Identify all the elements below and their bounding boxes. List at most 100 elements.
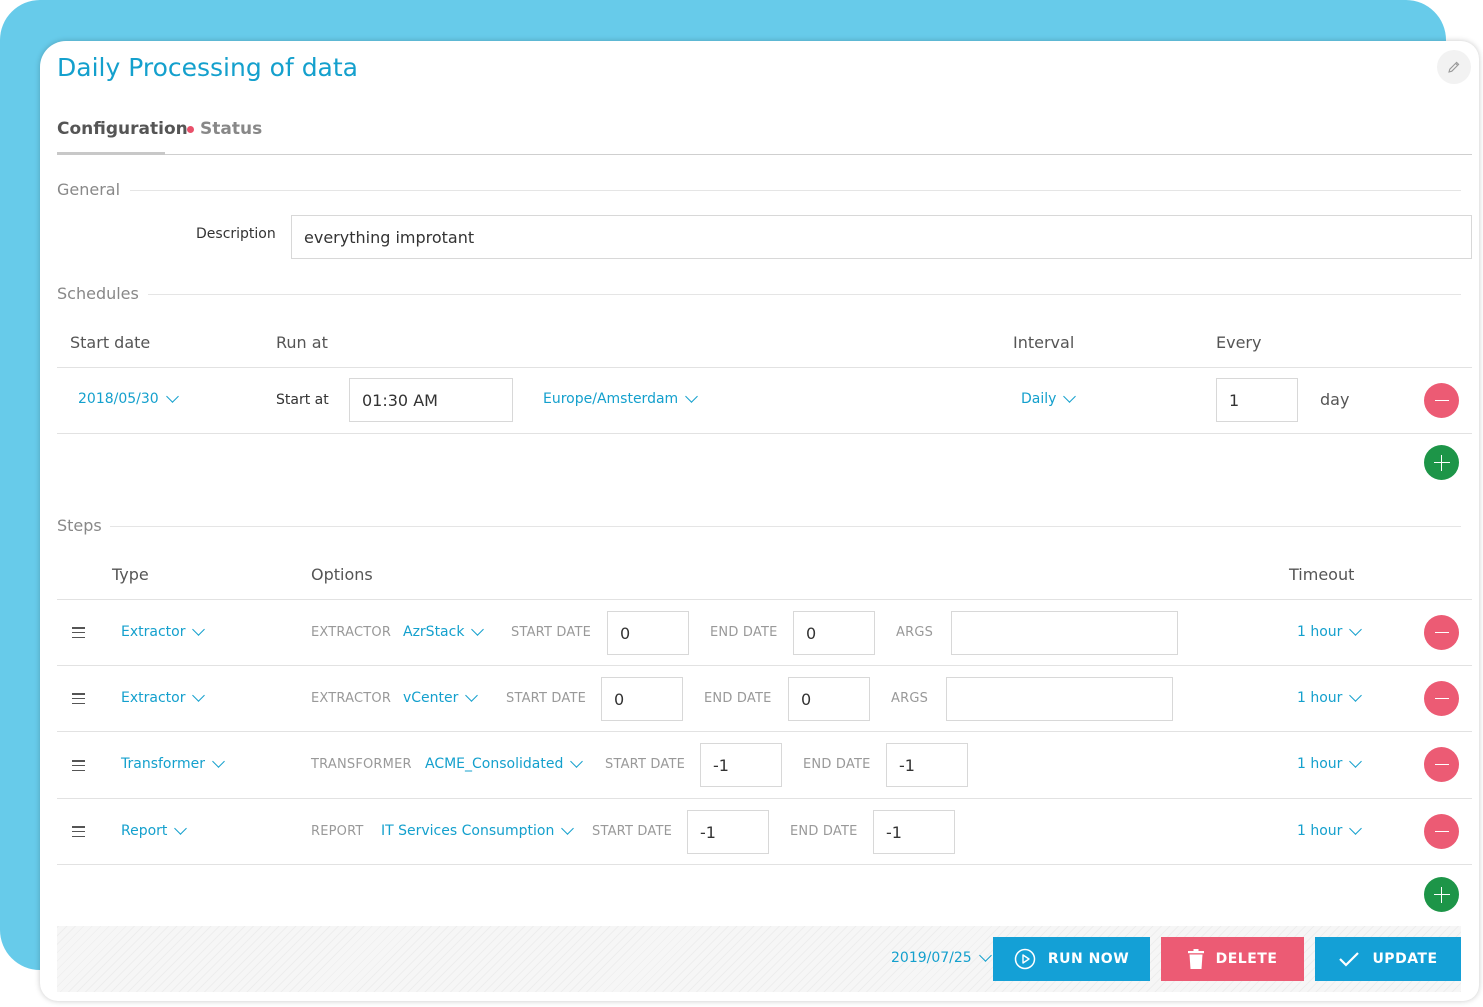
description-input[interactable]: everything improtant [291,215,1472,259]
footer-date-value: 2019/07/25 [891,950,972,966]
step-end-date-input[interactable]: -1 [873,810,955,854]
plus-icon [1433,454,1450,471]
schedule-timezone-value: Europe/Amsterdam [543,391,679,407]
steps-header-timeout: Timeout [1289,565,1355,584]
step-type-dropdown[interactable]: Transformer [121,754,225,774]
step-timeout-dropdown[interactable]: 1 hour [1297,688,1363,708]
update-label: UPDATE [1372,951,1438,967]
steps-header-type: Type [112,565,149,584]
schedule-time-input[interactable]: 01:30 AM [349,378,513,422]
schedules-header-run-at: Run at [276,333,328,352]
job-card: Daily Processing of data Configuration S… [40,41,1479,1001]
schedule-every-unit: day [1320,390,1350,409]
remove-step-button[interactable] [1424,747,1459,782]
edit-title-button[interactable] [1437,50,1471,84]
section-steps-divider [110,526,1461,527]
step-timeout-dropdown[interactable]: 1 hour [1297,754,1363,774]
chevron-down-icon [465,689,479,702]
step-type-dropdown[interactable]: Extractor [121,622,206,642]
remove-step-button[interactable] [1424,814,1459,849]
chevron-down-icon [174,822,188,835]
add-schedule-button[interactable] [1424,445,1459,480]
active-tab-underline [57,152,165,155]
page-title: Daily Processing of data [57,53,359,82]
update-button[interactable]: UPDATE [1315,937,1461,981]
step-type-dropdown[interactable]: Report [121,821,188,841]
step-type-dropdown[interactable]: Extractor [121,688,206,708]
step-start-date-input[interactable]: 0 [607,611,689,655]
minus-icon [1434,830,1449,833]
drag-handle-icon[interactable] [72,760,85,771]
step-timeout-value: 1 hour [1297,756,1343,772]
chevron-down-icon [561,822,575,835]
step-args-input[interactable] [946,677,1173,721]
step-timeout-value: 1 hour [1297,690,1343,706]
chevron-down-icon [978,949,992,962]
schedule-start-date-dropdown[interactable]: 2018/05/30 [78,389,179,409]
run-now-button[interactable]: RUN NOW [993,937,1150,981]
plus-icon [1433,886,1450,903]
trash-icon [1187,949,1204,969]
chevron-down-icon [1349,623,1363,636]
step-row-divider [57,798,1472,799]
step-timeout-dropdown[interactable]: 1 hour [1297,622,1363,642]
schedules-header-start-date: Start date [70,333,151,352]
delete-button[interactable]: DELETE [1161,937,1304,981]
step-row-divider [57,665,1472,666]
step-type-value: Extractor [121,624,186,640]
step-end-date-input[interactable]: 0 [793,611,875,655]
section-general-label: General [57,180,121,199]
step-source-dropdown[interactable]: ACME_Consolidated [425,754,584,774]
steps-header-divider [57,599,1472,600]
step-source-dropdown[interactable]: AzrStack [403,622,485,642]
tab-status[interactable]: Status [187,117,262,141]
step-source-value: IT Services Consumption [381,823,555,839]
status-indicator [187,125,194,133]
step-start-date-label: START DATE [605,757,686,772]
schedule-interval-dropdown[interactable]: Daily [1021,389,1077,409]
schedule-interval-value: Daily [1021,391,1057,407]
minus-icon [1434,631,1449,634]
step-start-date-label: START DATE [511,625,592,640]
chevron-down-icon [1349,822,1363,835]
step-source-value: vCenter [403,690,459,706]
step-timeout-value: 1 hour [1297,624,1343,640]
step-start-date-input[interactable]: -1 [700,743,782,787]
pencil-icon [1448,61,1460,73]
step-type-value: Transformer [121,756,206,772]
schedule-every-input[interactable]: 1 [1216,378,1298,422]
tab-configuration[interactable]: Configuration [57,117,188,141]
add-step-button[interactable] [1424,877,1459,912]
chevron-down-icon [1349,755,1363,768]
step-kind-label: EXTRACTOR [311,691,392,706]
step-end-date-input[interactable]: 0 [788,677,870,721]
drag-handle-icon[interactable] [72,826,85,837]
step-end-date-input[interactable]: -1 [886,743,968,787]
drag-handle-icon[interactable] [72,627,85,638]
remove-step-button[interactable] [1424,681,1459,716]
footer-date-dropdown[interactable]: 2019/07/25 [891,948,992,968]
chevron-down-icon [471,623,485,636]
step-source-dropdown[interactable]: IT Services Consumption [381,821,575,841]
step-start-date-input[interactable]: 0 [601,677,683,721]
step-args-input[interactable] [951,611,1178,655]
check-icon [1338,950,1360,968]
step-timeout-value: 1 hour [1297,823,1343,839]
tabs-divider [57,154,1472,155]
remove-schedule-button[interactable] [1424,383,1459,418]
steps-header-options: Options [311,565,373,584]
section-schedules-divider [148,294,1461,295]
section-schedules-label: Schedules [57,284,139,303]
chevron-down-icon [1349,689,1363,702]
drag-handle-icon[interactable] [72,693,85,704]
schedule-timezone-dropdown[interactable]: Europe/Amsterdam [543,389,699,409]
step-source-dropdown[interactable]: vCenter [403,688,479,708]
step-source-value: ACME_Consolidated [425,756,564,772]
step-end-date-label: END DATE [710,625,778,640]
chevron-down-icon [192,689,206,702]
step-start-date-input[interactable]: -1 [687,810,769,854]
step-kind-label: EXTRACTOR [311,625,392,640]
step-timeout-dropdown[interactable]: 1 hour [1297,821,1363,841]
remove-step-button[interactable] [1424,615,1459,650]
step-args-label: ARGS [891,691,929,706]
